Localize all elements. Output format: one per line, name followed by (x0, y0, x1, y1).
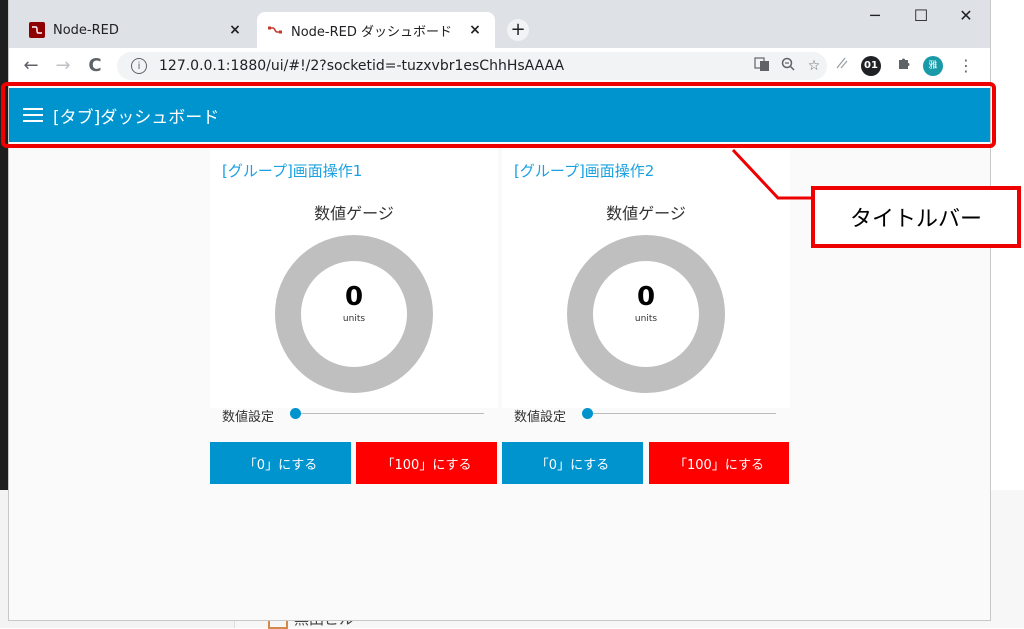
tab-title: Node-RED ダッシュボード (291, 24, 453, 40)
slider-label: 数値設定 (222, 410, 275, 425)
gauge-title: 数値ゲージ (314, 204, 394, 223)
minimize-button[interactable]: ─ (855, 6, 895, 25)
dashboard-page: [タブ]ダッシュボード [グループ]画面操作1 数値ゲージ 0 units [グ… (9, 84, 990, 620)
gauge-value: 0 (636, 282, 656, 312)
info-icon[interactable]: i (131, 58, 147, 74)
new-tab-button[interactable]: + (507, 19, 529, 41)
address-bar[interactable]: i 127.0.0.1:1880/ui/#!/2?socketid=-tuzxv… (117, 52, 827, 80)
set-0-button-1[interactable]: 「0」にする (210, 442, 351, 484)
slider-handle[interactable] (290, 408, 301, 419)
close-window-button[interactable]: ✕ (946, 6, 986, 25)
tab-close-button[interactable]: × (225, 22, 245, 38)
star-icon[interactable]: ☆ (801, 58, 827, 74)
value-slider-1: 数値設定 (210, 402, 498, 426)
slider-track[interactable] (586, 413, 776, 414)
reader-mode-icon[interactable] (831, 56, 853, 76)
profile-avatar[interactable]: 雅 (923, 56, 943, 76)
set-100-button-1[interactable]: 「100」にする (356, 442, 497, 484)
translate-icon[interactable] (749, 56, 775, 76)
maximize-button[interactable]: ☐ (901, 6, 941, 25)
menu-icon[interactable]: ⋮ (955, 56, 977, 76)
gauge-units: units (634, 314, 658, 324)
tab-strip: Node-RED × Node-RED ダッシュボード × + ─ ☐ ✕ (9, 0, 990, 48)
node-red-dashboard-favicon-icon (267, 22, 283, 38)
tab-title: Node-RED (53, 22, 119, 38)
group-title: [グループ]画面操作2 (514, 162, 655, 180)
url-text: 127.0.0.1:1880/ui/#!/2?socketid=-tuzxvbr… (159, 58, 565, 74)
slider-handle[interactable] (582, 408, 593, 419)
group-title: [グループ]画面操作1 (222, 162, 363, 180)
annotation-label: タイトルバー (811, 186, 1021, 248)
gauge-value: 0 (344, 282, 364, 312)
group-card-2: [グループ]画面操作2 数値ゲージ 0 units (502, 148, 790, 408)
gauge-title: 数値ゲージ (606, 204, 686, 223)
tab-node-red[interactable]: Node-RED × (19, 12, 255, 48)
forward-button[interactable]: → (51, 54, 75, 78)
puzzle-icon[interactable] (893, 56, 915, 76)
slider-track[interactable] (294, 413, 484, 414)
annotation-highlight-box (1, 82, 996, 148)
zoom-icon[interactable] (775, 57, 801, 75)
gauge-units: units (342, 314, 366, 324)
slider-label: 数値設定 (514, 410, 567, 425)
group-card-1: [グループ]画面操作1 数値ゲージ 0 units (210, 148, 498, 408)
extension-01-icon[interactable]: 01 (861, 56, 881, 76)
node-red-favicon-icon (29, 22, 45, 38)
tab-close-button[interactable]: × (465, 22, 485, 38)
browser-toolbar: ← → C i 127.0.0.1:1880/ui/#!/2?socketid=… (9, 48, 990, 84)
set-100-button-2[interactable]: 「100」にする (649, 442, 789, 484)
set-0-button-2[interactable]: 「0」にする (502, 442, 643, 484)
value-slider-2: 数値設定 (502, 402, 790, 426)
back-button[interactable]: ← (19, 54, 43, 78)
tab-dashboard[interactable]: Node-RED ダッシュボード × (257, 12, 495, 48)
reload-button[interactable]: C (83, 54, 107, 78)
